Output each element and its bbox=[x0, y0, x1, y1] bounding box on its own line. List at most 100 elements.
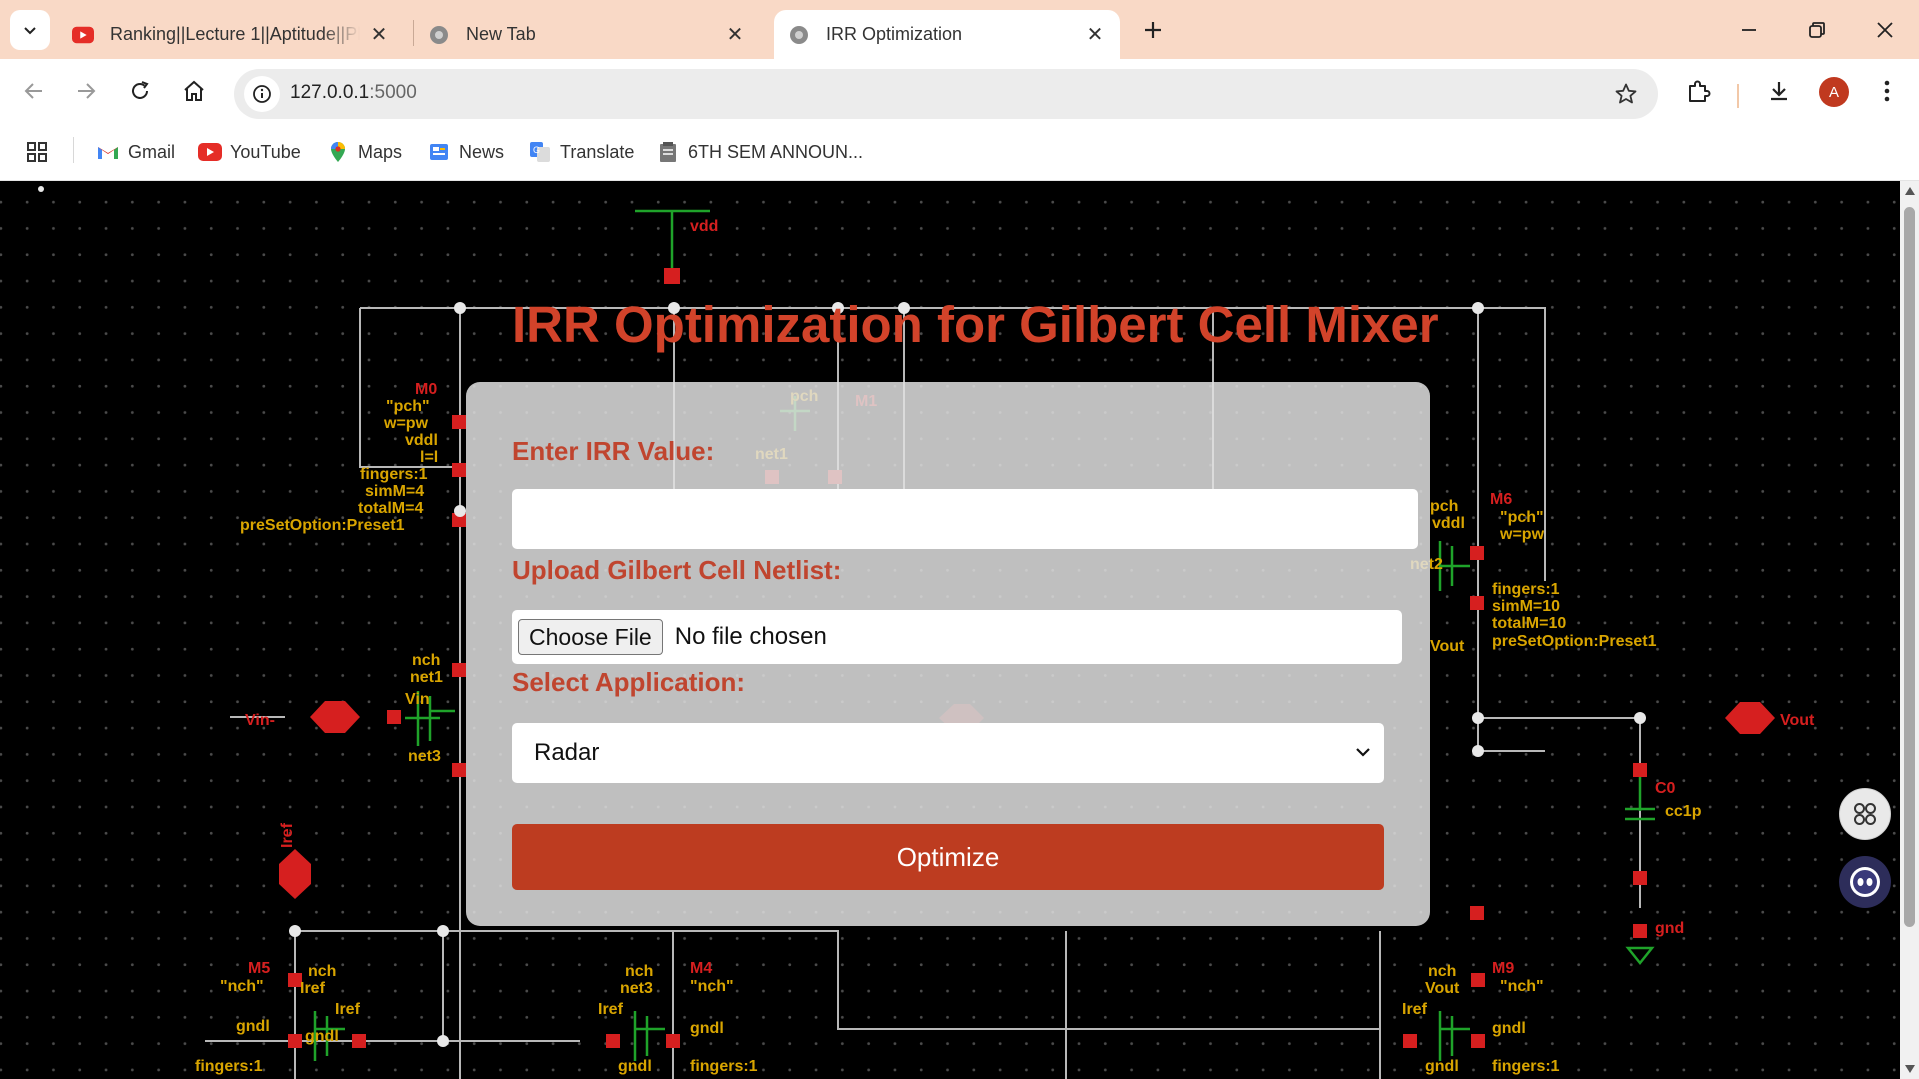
back-button[interactable] bbox=[16, 73, 52, 109]
svg-text:vdd: vdd bbox=[690, 218, 718, 235]
svg-text:Vout: Vout bbox=[1425, 980, 1460, 997]
svg-text:fingers:1: fingers:1 bbox=[690, 1058, 758, 1075]
home-button[interactable] bbox=[176, 73, 212, 109]
tab-search-button[interactable] bbox=[10, 10, 50, 50]
scroll-down-arrow-icon[interactable] bbox=[1905, 1065, 1915, 1073]
bookmark-news[interactable]: News bbox=[427, 138, 504, 166]
youtube-icon bbox=[72, 24, 94, 46]
svg-text:"nch": "nch" bbox=[690, 978, 734, 995]
svg-text:Iref: Iref bbox=[335, 1001, 361, 1018]
url-text[interactable]: 127.0.0.1:5000 bbox=[290, 82, 417, 104]
svg-text:fingers:1: fingers:1 bbox=[1492, 581, 1560, 598]
browser-menu-button[interactable] bbox=[1869, 73, 1905, 109]
svg-text:nch: nch bbox=[412, 652, 440, 669]
minimize-button[interactable] bbox=[1724, 8, 1774, 52]
apps-cluster-icon bbox=[1854, 803, 1876, 825]
svg-text:w=pw: w=pw bbox=[1499, 526, 1545, 543]
address-bar[interactable]: 127.0.0.1:5000 bbox=[234, 69, 1658, 119]
bookmark-maps[interactable]: Maps bbox=[326, 138, 402, 166]
svg-text:M5: M5 bbox=[248, 960, 270, 977]
url-port: :5000 bbox=[369, 82, 417, 103]
scroll-up-arrow-icon[interactable] bbox=[1905, 187, 1915, 195]
application-selected-value: Radar bbox=[534, 739, 600, 766]
puzzle-icon bbox=[1689, 80, 1711, 102]
bookmark-star-button[interactable] bbox=[1612, 80, 1640, 108]
bookmark-label: 6TH SEM ANNOUN... bbox=[688, 141, 864, 162]
file-status-text: No file chosen bbox=[674, 623, 827, 650]
bookmark-gmail[interactable]: Gmail bbox=[96, 138, 175, 166]
svg-text:totalM=4: totalM=4 bbox=[358, 500, 423, 517]
page-viewport: vdd M0 "pch" w=pw vddl l=l fingers:1 sim… bbox=[0, 181, 1919, 1079]
choose-file-button[interactable]: Choose File bbox=[518, 619, 663, 655]
svg-text:simM=10: simM=10 bbox=[1492, 598, 1560, 615]
bookmarks-bar: Gmail YouTube Maps News G Translate 6TH … bbox=[0, 123, 1919, 181]
translate-icon: G bbox=[528, 141, 552, 163]
restore-button[interactable] bbox=[1792, 8, 1842, 52]
close-icon[interactable]: ✕ bbox=[368, 24, 390, 46]
irr-value-label: Enter IRR Value: bbox=[512, 436, 715, 466]
document-icon bbox=[656, 141, 680, 163]
close-icon[interactable]: ✕ bbox=[1084, 24, 1106, 46]
tab-title: IRR Optimization bbox=[826, 24, 963, 44]
downloads-button[interactable] bbox=[1761, 73, 1797, 109]
svg-text:simM=4: simM=4 bbox=[365, 483, 424, 500]
bookmark-label: News bbox=[459, 141, 505, 162]
irr-form-card: Enter IRR Value: Upload Gilbert Cell Net… bbox=[466, 382, 1430, 926]
plus-icon bbox=[1145, 22, 1161, 38]
netlist-file-input[interactable]: Choose File No file chosen bbox=[512, 610, 1402, 664]
tab-irr-optimization[interactable]: IRR Optimization ✕ bbox=[774, 10, 1120, 59]
profile-avatar[interactable]: A bbox=[1819, 77, 1849, 107]
browser-toolbar: 127.0.0.1:5000 A bbox=[0, 59, 1919, 123]
svg-text:net3: net3 bbox=[408, 748, 441, 765]
home-icon bbox=[184, 80, 204, 101]
svg-text:Vin-: Vin- bbox=[245, 712, 275, 729]
tab-new-tab[interactable]: New Tab ✕ bbox=[414, 10, 760, 59]
extensions-button[interactable] bbox=[1681, 73, 1717, 109]
bookmark-youtube[interactable]: YouTube bbox=[198, 138, 301, 166]
svg-text:vddl: vddl bbox=[405, 432, 438, 449]
floating-assistant-button[interactable] bbox=[1839, 856, 1891, 908]
url-host: 127.0.0.1 bbox=[290, 82, 370, 103]
svg-text:fingers:1: fingers:1 bbox=[360, 466, 428, 483]
svg-text:vddl: vddl bbox=[1432, 515, 1465, 532]
new-tab-button[interactable] bbox=[1136, 13, 1170, 47]
star-icon bbox=[1615, 83, 1637, 104]
svg-text:Iref: Iref bbox=[279, 822, 296, 848]
svg-text:net1: net1 bbox=[410, 669, 443, 686]
svg-text:gndl: gndl bbox=[305, 1028, 339, 1045]
reload-icon bbox=[132, 81, 149, 99]
svg-text:M4: M4 bbox=[690, 960, 712, 977]
scrollbar-thumb[interactable] bbox=[1904, 207, 1915, 927]
floating-apps-button[interactable] bbox=[1839, 788, 1891, 840]
more-vertical-icon bbox=[1884, 80, 1890, 102]
apps-button[interactable] bbox=[26, 138, 48, 166]
page-scrollbar[interactable] bbox=[1900, 181, 1919, 1079]
optimize-button[interactable]: Optimize bbox=[512, 824, 1384, 890]
irr-value-input[interactable] bbox=[512, 489, 1418, 549]
tab-strip: Ranking||Lecture 1||Aptitude||Pl ✕ New T… bbox=[0, 0, 1919, 59]
svg-text:Iref: Iref bbox=[300, 980, 326, 997]
globe-icon bbox=[428, 24, 450, 46]
svg-text:G: G bbox=[533, 145, 540, 155]
application-select[interactable]: Radar bbox=[512, 723, 1384, 783]
bookmark-6th-sem[interactable]: 6TH SEM ANNOUN... bbox=[656, 138, 863, 166]
tab-title: New Tab bbox=[466, 24, 536, 44]
bookmark-translate[interactable]: G Translate bbox=[528, 138, 634, 166]
svg-text:cc1p: cc1p bbox=[1665, 803, 1702, 820]
bookmark-label: Translate bbox=[560, 141, 635, 162]
maps-pin-icon bbox=[326, 141, 350, 163]
svg-text:Iref: Iref bbox=[598, 1001, 624, 1018]
chevron-down-icon bbox=[24, 27, 36, 35]
tab-ranking-lecture[interactable]: Ranking||Lecture 1||Aptitude||Pl ✕ bbox=[58, 10, 404, 59]
application-select-label: Select Application: bbox=[512, 667, 746, 697]
svg-text:gndl: gndl bbox=[1425, 1058, 1459, 1075]
site-info-button[interactable] bbox=[244, 76, 280, 112]
svg-text:fingers:1: fingers:1 bbox=[1492, 1058, 1560, 1075]
bookmarks-separator bbox=[73, 137, 74, 163]
svg-text:pch: pch bbox=[1430, 498, 1458, 515]
svg-text:nch: nch bbox=[308, 963, 336, 980]
close-icon[interactable]: ✕ bbox=[724, 24, 746, 46]
reload-button[interactable] bbox=[122, 73, 158, 109]
forward-button[interactable] bbox=[68, 73, 104, 109]
close-window-button[interactable] bbox=[1860, 8, 1910, 52]
